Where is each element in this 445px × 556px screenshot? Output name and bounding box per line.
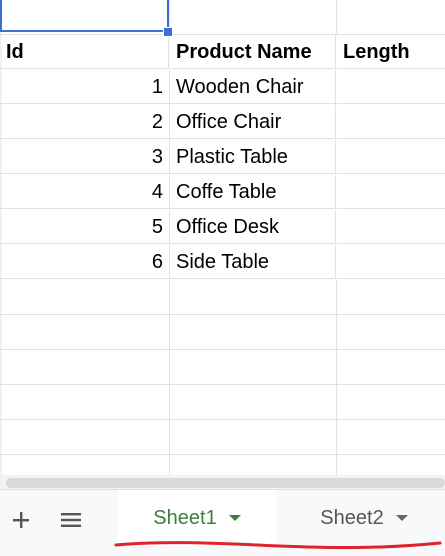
fill-handle[interactable] — [163, 27, 173, 37]
red-underline-annotation — [114, 541, 442, 550]
table-row — [0, 315, 445, 350]
cell[interactable] — [0, 280, 170, 315]
cell-product-name[interactable]: Wooden Chair — [170, 70, 336, 104]
table-row: 4 Coffe Table — [0, 175, 445, 210]
cell-product-name[interactable]: Side Table — [170, 245, 336, 279]
table-row — [0, 420, 445, 455]
cell[interactable] — [337, 315, 445, 350]
cell-product-name[interactable]: Coffe Table — [170, 175, 336, 209]
cell-length[interactable] — [337, 140, 445, 174]
table-row: 1 Wooden Chair — [0, 70, 445, 105]
caret-down-icon[interactable] — [228, 515, 241, 521]
cell[interactable] — [170, 350, 337, 385]
cell[interactable] — [337, 0, 445, 35]
table-row — [0, 280, 445, 315]
cell[interactable] — [0, 385, 170, 420]
cell-id[interactable]: 3 — [0, 140, 170, 174]
header-cell-length[interactable]: Length — [337, 35, 445, 69]
cell-id[interactable]: 1 — [0, 70, 170, 104]
cell-length[interactable] — [337, 175, 445, 209]
cell[interactable] — [0, 315, 170, 350]
table-row — [0, 455, 445, 475]
cell-length[interactable] — [337, 70, 445, 104]
table-row — [0, 385, 445, 420]
cell-product-name[interactable]: Plastic Table — [170, 140, 336, 174]
cell-id[interactable]: 6 — [0, 245, 170, 279]
cell-id[interactable]: 4 — [0, 175, 170, 209]
cell[interactable] — [337, 455, 445, 475]
cell-id[interactable]: 2 — [0, 105, 170, 139]
table-row — [0, 350, 445, 385]
cell-length[interactable] — [337, 245, 445, 279]
cell-length[interactable] — [337, 105, 445, 139]
cell[interactable] — [0, 350, 170, 385]
horizontal-scrollbar[interactable] — [6, 478, 445, 488]
cell-product-name[interactable]: Office Chair — [170, 105, 336, 139]
table-row: 5 Office Desk — [0, 210, 445, 245]
cell[interactable] — [0, 420, 170, 455]
spreadsheet-grid: Id Product Name Length 1 Wooden Chair 2 … — [0, 0, 445, 475]
add-sheet-button[interactable] — [6, 505, 36, 535]
all-sheets-button[interactable] — [56, 505, 86, 535]
cell[interactable] — [337, 385, 445, 420]
cell[interactable] — [170, 420, 337, 455]
header-row: Id Product Name Length — [0, 35, 445, 70]
cell[interactable] — [170, 280, 337, 315]
cell[interactable] — [0, 455, 170, 475]
cell[interactable] — [337, 280, 445, 315]
cell-id[interactable]: 5 — [0, 210, 170, 244]
cell[interactable] — [170, 455, 337, 475]
tab-label: Sheet2 — [320, 506, 384, 529]
cell[interactable] — [337, 350, 445, 385]
cell[interactable] — [337, 420, 445, 455]
cell[interactable] — [170, 315, 337, 350]
list-icon — [61, 513, 81, 527]
cell-product-name[interactable]: Office Desk — [170, 210, 336, 244]
table-row: 6 Side Table — [0, 245, 445, 280]
caret-down-icon[interactable] — [395, 515, 408, 521]
table-row: 2 Office Chair — [0, 105, 445, 140]
header-cell-id[interactable]: Id — [0, 35, 169, 69]
cell[interactable] — [170, 385, 337, 420]
table-row: 3 Plastic Table — [0, 140, 445, 175]
header-cell-product-name[interactable]: Product Name — [170, 35, 336, 69]
cell[interactable] — [170, 0, 337, 35]
selected-cell-outline — [0, 0, 169, 32]
cell-length[interactable] — [337, 210, 445, 244]
plus-icon — [13, 512, 29, 528]
tab-label: Sheet1 — [153, 506, 217, 529]
